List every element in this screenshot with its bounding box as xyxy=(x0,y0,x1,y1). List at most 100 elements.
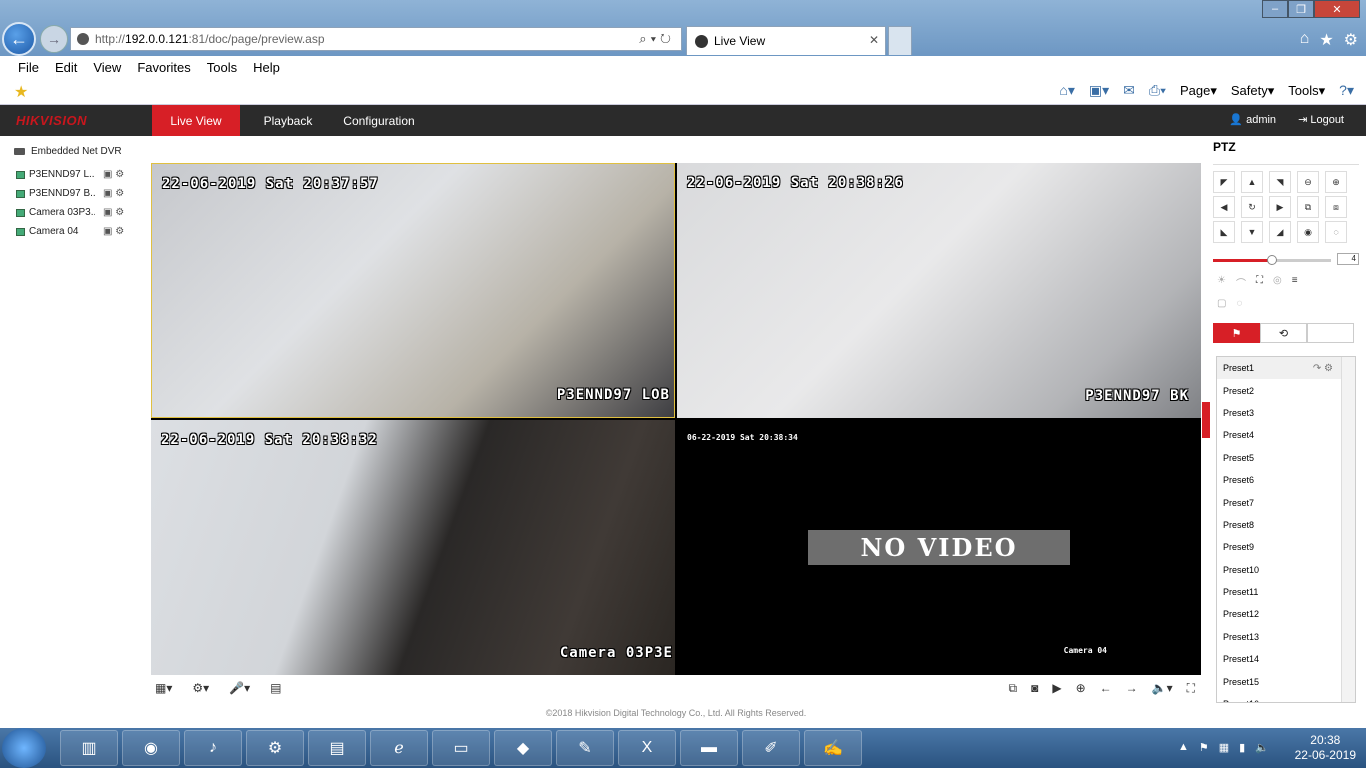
record-icon[interactable]: ▣ ⚙ xyxy=(103,169,124,180)
one-touch-focus-icon[interactable]: ◎ xyxy=(1273,275,1282,290)
preset-item[interactable]: Preset4 xyxy=(1217,424,1355,446)
ptz-left-icon[interactable]: ◀ xyxy=(1213,196,1235,218)
minimize-button[interactable]: ‒ xyxy=(1262,0,1288,18)
preset-item[interactable]: Preset9 xyxy=(1217,536,1355,558)
menu-edit[interactable]: Edit xyxy=(55,60,77,75)
stream-type-icon[interactable]: ⚙▾ xyxy=(192,681,209,695)
paint-icon[interactable]: ✐ xyxy=(742,730,800,766)
search-refresh-icon[interactable]: ⌕▾↻ xyxy=(639,31,675,47)
image-settings-icon[interactable]: ▤ xyxy=(270,681,281,695)
focus-near-icon[interactable]: ⧉ xyxy=(1297,196,1319,218)
chrome-icon[interactable]: ◉ xyxy=(122,730,180,766)
tab-presets[interactable]: ⚑ xyxy=(1213,323,1260,343)
taskbar-app-1[interactable]: ▥ xyxy=(60,730,118,766)
browser-tab-live-view[interactable]: Live View ✕ xyxy=(686,26,886,55)
video-pane-4[interactable]: 06-22-2019 Sat 20:38:34 NO VIDEO Camera … xyxy=(677,420,1201,675)
mail-icon[interactable]: ✉ xyxy=(1123,82,1135,99)
previous-page-icon[interactable]: ← xyxy=(1100,681,1112,696)
video-pane-1[interactable]: 22-06-2019 Sat 20:37:57 P3ENND97 LOB xyxy=(151,163,675,418)
zoom-out-icon[interactable]: ⊕ xyxy=(1325,171,1347,193)
menu-view[interactable]: View xyxy=(93,60,121,75)
clock[interactable]: 20:38 22-06-2019 xyxy=(1295,733,1356,763)
stop-all-icon[interactable]: ⧉ xyxy=(1009,681,1018,696)
ptz-up-right-icon[interactable]: ◥ xyxy=(1269,171,1291,193)
tools-menu[interactable]: Tools▾ xyxy=(1288,83,1325,99)
home-page-icon[interactable]: ⌂▾ xyxy=(1059,82,1074,99)
preset-item[interactable]: Preset2 xyxy=(1217,379,1355,401)
lens-init-icon[interactable]: ▢ xyxy=(1217,298,1226,309)
menu-file[interactable]: File xyxy=(18,60,39,75)
microphone-icon[interactable]: 🎤▾ xyxy=(229,681,250,695)
ptz-down-icon[interactable]: ▼ xyxy=(1241,221,1263,243)
folder-icon[interactable]: ▭ xyxy=(432,730,490,766)
maximize-button[interactable]: ❐ xyxy=(1288,0,1314,18)
settings-gear-icon[interactable]: ⚙ xyxy=(1344,30,1358,50)
panel-collapse-handle[interactable] xyxy=(1202,402,1210,438)
more-menu-icon[interactable]: ≡ xyxy=(1292,275,1298,290)
feeds-icon[interactable]: ▣▾ xyxy=(1089,82,1109,99)
volume-icon[interactable]: 🔈 xyxy=(1255,741,1269,754)
record-icon[interactable]: ▣ ⚙ xyxy=(103,226,124,237)
3d-positioning-icon[interactable]: ⛶ xyxy=(1256,275,1263,290)
tab-configuration[interactable]: Configuration xyxy=(334,105,424,136)
ptz-speed-slider[interactable]: 4 xyxy=(1213,253,1359,267)
taskbar-app-9[interactable]: ✎ xyxy=(556,730,614,766)
wiper-icon[interactable]: ⌒ xyxy=(1236,275,1246,290)
language-icon[interactable]: ▦ xyxy=(1219,741,1229,754)
preset-item[interactable]: Preset5 xyxy=(1217,447,1355,469)
preset-item[interactable]: Preset14 xyxy=(1217,648,1355,670)
record-video-icon[interactable]: ▶ xyxy=(1052,681,1061,696)
camera-item[interactable]: P3ENND97 L... ▣ ⚙ xyxy=(10,165,145,184)
excel-icon[interactable]: X xyxy=(618,730,676,766)
home-icon[interactable]: ⌂ xyxy=(1300,30,1310,50)
ptz-up-left-icon[interactable]: ◤ xyxy=(1213,171,1235,193)
preset-item[interactable]: Preset12 xyxy=(1217,603,1355,625)
dvr-root[interactable]: Embedded Net DVR xyxy=(10,144,145,159)
address-bar[interactable]: http://192.0.0.121:81/doc/page/preview.a… xyxy=(70,27,682,51)
close-window-button[interactable]: ✕ xyxy=(1314,0,1360,18)
video-pane-3[interactable]: 22-06-2019 Sat 20:38:32 Camera 03P3E xyxy=(151,420,675,675)
preset-item[interactable]: Preset15 xyxy=(1217,670,1355,692)
preset-item[interactable]: Preset16 xyxy=(1217,693,1355,702)
taskbar-app-3[interactable]: ♪ xyxy=(184,730,242,766)
notepad-icon[interactable]: ✍ xyxy=(804,730,862,766)
preset-item[interactable]: Preset1 ↷ ⚙ xyxy=(1217,357,1355,380)
speed-value[interactable]: 4 xyxy=(1337,253,1359,265)
preset-item[interactable]: Preset6 xyxy=(1217,469,1355,491)
slider-knob[interactable] xyxy=(1267,255,1277,265)
menu-favorites[interactable]: Favorites xyxy=(137,60,190,75)
record-icon[interactable]: ▣ ⚙ xyxy=(103,188,124,199)
taskbar-app-5[interactable]: ▤ xyxy=(308,730,366,766)
back-button[interactable]: ← xyxy=(2,22,36,56)
preset-item[interactable]: Preset7 xyxy=(1217,491,1355,513)
window-layout-icon[interactable]: ▦▾ xyxy=(155,681,172,695)
preset-item[interactable]: Preset13 xyxy=(1217,626,1355,648)
help-icon[interactable]: ?▾ xyxy=(1339,82,1354,99)
menu-tools[interactable]: Tools xyxy=(207,60,237,75)
page-menu[interactable]: Page▾ xyxy=(1180,83,1217,99)
tab-patrols[interactable]: ⟲ xyxy=(1260,323,1307,343)
logout-button[interactable]: ⇥ Logout xyxy=(1298,113,1344,126)
ptz-up-icon[interactable]: ▲ xyxy=(1241,171,1263,193)
camera-item[interactable]: Camera 03P3... ▣ ⚙ xyxy=(10,203,145,222)
preset-item[interactable]: Preset3 xyxy=(1217,402,1355,424)
preset-item[interactable]: Preset8 xyxy=(1217,514,1355,536)
taskbar-app-8[interactable]: ◆ xyxy=(494,730,552,766)
camera-item[interactable]: Camera 04 ▣ ⚙ xyxy=(10,222,145,241)
network-icon[interactable]: ▮ xyxy=(1239,741,1245,754)
safety-menu[interactable]: Safety▾ xyxy=(1231,83,1274,99)
video-pane-2[interactable]: 22-06-2019 Sat 20:38:26 P3ENND97 BK xyxy=(677,163,1201,418)
zoom-in-icon[interactable]: ⊖ xyxy=(1297,171,1319,193)
tray-arrow-icon[interactable]: ▲ xyxy=(1178,741,1189,754)
preset-item[interactable]: Preset11 xyxy=(1217,581,1355,603)
flag-tray-icon[interactable]: ⚑ xyxy=(1199,741,1209,754)
taskbar-app-4[interactable]: ⚙ xyxy=(246,730,304,766)
favorites-star-icon[interactable]: ★ xyxy=(1319,30,1333,50)
ptz-right-icon[interactable]: ▶ xyxy=(1269,196,1291,218)
menu-help[interactable]: Help xyxy=(253,60,280,75)
internet-explorer-icon[interactable]: ℯ xyxy=(370,730,428,766)
next-page-icon[interactable]: → xyxy=(1126,681,1138,696)
command-prompt-icon[interactable]: ▬ xyxy=(680,730,738,766)
tab-playback[interactable]: Playback xyxy=(250,105,326,136)
call-preset-icon[interactable]: ↷ ⚙ xyxy=(1313,363,1333,374)
